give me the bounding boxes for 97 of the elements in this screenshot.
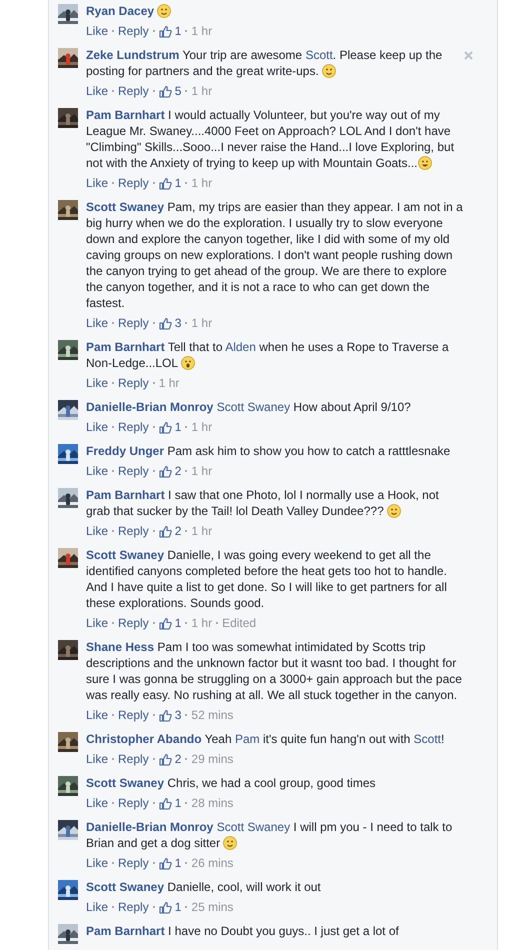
like-link[interactable]: Like <box>86 707 108 723</box>
reply-link[interactable]: Reply <box>118 23 149 39</box>
author-name-link[interactable]: Shane Hess <box>86 640 154 654</box>
reply-link[interactable]: Reply <box>118 175 149 191</box>
comment-text: Scott Swaney Chris, we had a cool group, good times <box>86 775 376 791</box>
like-link[interactable]: Like <box>86 899 108 915</box>
author-name-link[interactable]: Scott Swaney <box>86 776 164 790</box>
like-link[interactable]: Like <box>86 855 108 871</box>
comment-text: Scott Swaney Danielle, I was going every weekend to get all the identified canyons completed before the heat gets too hot to handle. And I have quite a list to get done. So I will like to get partners for all these explorations. Sounds good. <box>86 547 448 611</box>
smiley-icon <box>387 504 402 518</box>
smiley-icon <box>223 836 238 850</box>
comment-text: Danielle-Brian Monroy Scott Swaney I will pm you - I need to talk to Brian and get a dog sitter <box>86 819 454 851</box>
thumbs-up-icon <box>158 796 172 810</box>
mention-link[interactable]: Scott <box>305 48 333 62</box>
thumbs-up-icon <box>158 524 172 538</box>
reply-link[interactable]: Reply <box>118 375 149 391</box>
like-link[interactable]: Like <box>86 523 108 539</box>
comment-text: Freddy Unger Pam ask him to show you how to catch a ratttlesnake <box>86 443 452 459</box>
comment-text: Scott Swaney Pam, my trips are easier than they appear. I am not in a big hurry when we do the exploration. I usually try to slow everyone down and explore the canyon together, like I did with some of my old caving groups on new explorations. I don't want people rushing down the canyon trying to get ahead of the group. We are there to explore the canyon together, and it is not a race to who can get down the fastest. <box>86 199 464 311</box>
like-count[interactable]: 1 <box>158 615 182 631</box>
like-link[interactable]: Like <box>86 751 108 767</box>
thumbs-up-icon <box>158 24 172 38</box>
reply-link[interactable]: Reply <box>118 855 149 871</box>
like-count[interactable]: 2 <box>158 751 182 767</box>
like-count[interactable]: 3 <box>158 707 182 723</box>
comment-text: Pam Barnhart I saw that one Photo, lol I normally use a Hook, not grab that sucker by the Tail! lol Death Valley Dundee??? <box>86 487 440 519</box>
like-link[interactable]: Like <box>86 615 108 631</box>
author-name-link[interactable]: Pam Barnhart <box>86 924 165 938</box>
comment-text: Pam Barnhart I have no Doubt you guys.. I just get a lot of <box>86 923 400 939</box>
thumbs-up-icon <box>158 316 172 330</box>
like-count[interactable]: 1 <box>158 419 182 435</box>
like-count[interactable]: 3 <box>158 315 182 331</box>
like-count[interactable]: 1 <box>158 795 182 811</box>
grinning-icon <box>418 156 432 170</box>
thumbs-up-icon <box>158 752 172 766</box>
thumbs-up-icon <box>158 420 172 434</box>
author-name-link[interactable]: Ryan Dacey <box>86 4 154 18</box>
surprised-icon <box>180 356 195 370</box>
comment-text: Pam Barnhart I would actually Volunteer, but you're way out of my League Mr. Swaney....4000 Feet on Approach? LOL And I don't have "Climbing" Skills...Sooo...I never raise the Hand...I love Exploring, but not with the Anxiety of trying to keep up with Mountain Goats... <box>86 107 456 171</box>
like-link[interactable]: Like <box>86 463 108 479</box>
reply-link[interactable]: Reply <box>118 751 149 767</box>
like-link[interactable]: Like <box>86 795 108 811</box>
mention-link[interactable]: Scott Swaney <box>216 820 290 834</box>
comment-text: Christopher Abando Yeah Pam it's quite fun hang'n out with Scott! <box>86 731 446 747</box>
author-name-link[interactable]: Scott Swaney <box>86 200 164 214</box>
comment-text: Zeke Lundstrum Your trip are awesome Scott. Please keep up the posting for partners and the great write-ups. <box>86 47 444 79</box>
thumbs-up-icon <box>158 464 172 478</box>
mention-link[interactable]: Pam <box>234 732 260 746</box>
edited-label: Edited <box>222 615 256 631</box>
like-link[interactable]: Like <box>86 83 108 99</box>
comment-text: Danielle-Brian Monroy Scott Swaney How about April 9/10? <box>86 399 412 415</box>
author-name-link[interactable]: Zeke Lundstrum <box>86 48 180 62</box>
thumbs-up-icon <box>158 616 172 630</box>
author-name-link[interactable]: Pam Barnhart <box>86 108 165 122</box>
like-link[interactable]: Like <box>86 315 108 331</box>
smiley-icon <box>322 64 336 78</box>
mention-link[interactable]: Alden <box>225 340 256 354</box>
like-count[interactable]: 2 <box>158 463 182 479</box>
reply-link[interactable]: Reply <box>118 707 149 723</box>
author-name-link[interactable]: Pam Barnhart <box>86 488 165 502</box>
reply-link[interactable]: Reply <box>118 419 149 435</box>
thumbs-up-icon <box>158 856 172 870</box>
thumbs-up-icon <box>158 176 172 190</box>
reply-link[interactable]: Reply <box>118 615 149 631</box>
like-count[interactable]: 1 <box>158 23 182 39</box>
like-link[interactable]: Like <box>86 175 108 191</box>
author-name-link[interactable]: Danielle-Brian Monroy <box>86 820 214 834</box>
smiley-icon <box>157 4 172 18</box>
reply-link[interactable]: Reply <box>118 315 149 331</box>
comment-text: Shane Hess Pam I too was somewhat intimidated by Scotts trip descriptions and the unknown factor but it wasnt too bad. I thought for sure I was gonna be struggling on a 3000+ gain approach but the pace was really easy. No rushing at all. We all stuck together in the canyon. <box>86 639 463 703</box>
like-link[interactable]: Like <box>86 23 108 39</box>
author-name-link[interactable]: Scott Swaney <box>86 548 164 562</box>
author-name-link[interactable]: Christopher Abando <box>86 732 202 746</box>
like-link[interactable]: Like <box>86 375 108 391</box>
like-link[interactable]: Like <box>86 419 108 435</box>
reply-link[interactable]: Reply <box>118 83 149 99</box>
like-count[interactable]: 5 <box>158 83 182 99</box>
reply-link[interactable]: Reply <box>118 463 149 479</box>
author-name-link[interactable]: Scott Swaney <box>86 880 164 894</box>
reply-link[interactable]: Reply <box>118 899 149 915</box>
reply-link[interactable]: Reply <box>118 523 149 539</box>
comment-text: Scott Swaney Danielle, cool, will work it out <box>86 879 322 895</box>
like-count[interactable]: 1 <box>158 899 182 915</box>
close-icon[interactable] <box>464 51 473 60</box>
author-name-link[interactable]: Pam Barnhart <box>86 340 165 354</box>
author-name-link[interactable]: Danielle-Brian Monroy <box>86 400 214 414</box>
reply-link[interactable]: Reply <box>118 795 149 811</box>
thumbs-up-icon <box>158 900 172 914</box>
thumbs-up-icon <box>158 708 172 722</box>
like-count[interactable]: 2 <box>158 523 182 539</box>
mention-link[interactable]: Scott Swaney <box>216 400 290 414</box>
like-count[interactable]: 1 <box>158 855 182 871</box>
thumbs-up-icon <box>158 84 172 98</box>
author-name-link[interactable]: Freddy Unger <box>86 444 164 458</box>
like-count[interactable]: 1 <box>158 175 182 191</box>
comment-text: Pam Barnhart Tell that to Alden when he uses a Rope to Traverse a Non-Ledge...LOL <box>86 339 450 371</box>
mention-link[interactable]: Scott <box>414 732 442 746</box>
